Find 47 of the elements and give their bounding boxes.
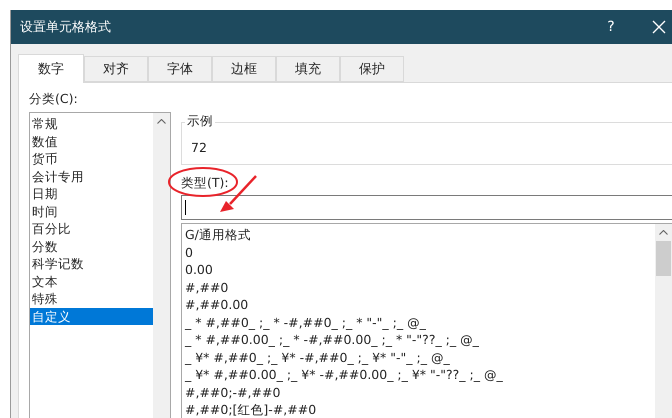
tab[interactable]: 保护 [340,56,404,82]
category-item[interactable]: 货币 [30,150,153,168]
category-item[interactable]: 自定义 [30,308,153,325]
format-list[interactable] [181,223,672,418]
category-label: 分类(C): [29,91,79,108]
format-item[interactable]: #,##0.00 [182,296,655,314]
window-title: 设置单元格格式 [20,19,112,36]
close-button[interactable] [651,19,667,35]
help-button[interactable]: ? [601,19,621,35]
tab[interactable]: 边框 [212,56,276,82]
format-item[interactable]: _ * #,##0.00_ ;_ * -#,##0.00_ ;_ * "-"??_ ;_ @_ [182,331,655,348]
format-item[interactable]: 0 [182,244,655,261]
type-label: 类型(T): [181,175,229,192]
format-item[interactable]: _ ¥* #,##0.00_ ;_ ¥* -#,##0.00_ ;_ ¥* "-"??_ ;_ @_ [182,366,655,384]
sample-label: 示例 [185,113,215,130]
annotation-ellipse [168,167,238,197]
category-item[interactable]: 科学记数 [30,255,153,272]
category-item[interactable]: 会计专用 [30,168,153,185]
format-item[interactable]: _ * #,##0_ ;_ * -#,##0_ ;_ * "-"_ ;_ @_ [182,314,655,331]
text-cursor [185,200,186,215]
format-item[interactable]: G/通用格式 [182,226,655,244]
category-item[interactable]: 分数 [30,238,153,255]
category-item[interactable]: 百分比 [30,220,153,238]
category-list[interactable]: 常规 数值 货币 会计专用 日期 时间 百分比 分数 科学记数 文本 特殊 自定义 [29,112,171,418]
tab[interactable]: 字体 [148,56,212,82]
scrollbar[interactable] [655,224,672,418]
scroll-thumb[interactable] [656,241,671,276]
format-item[interactable]: #,##0;[红色]-#,##0 [182,401,655,418]
format-item[interactable]: #,##0 [182,278,655,296]
category-item[interactable]: 文本 [30,272,153,290]
format-item[interactable]: #,##0;-#,##0 [182,384,655,401]
category-item[interactable]: 时间 [30,202,153,220]
category-item[interactable]: 特殊 [30,290,153,308]
tab[interactable]: 填充 [276,56,340,82]
format-item[interactable]: _ ¥* #,##0_ ;_ ¥* -#,##0_ ;_ ¥* "-"_ ;_ @_ [182,348,655,366]
category-item[interactable]: 日期 [30,185,153,202]
category-item[interactable]: 数值 [30,132,153,150]
scroll-up-icon[interactable] [157,119,166,124]
tab[interactable]: 对齐 [84,56,148,82]
sample-value: 72 [191,140,207,155]
format-item[interactable]: 0.00 [182,261,655,278]
category-item[interactable]: 常规 [30,115,153,132]
type-input-field[interactable] [181,195,672,220]
close-icon [651,19,667,35]
tab[interactable]: 数字 [18,54,84,83]
scrollbar[interactable] [153,113,170,418]
scroll-up-icon[interactable] [659,230,668,235]
